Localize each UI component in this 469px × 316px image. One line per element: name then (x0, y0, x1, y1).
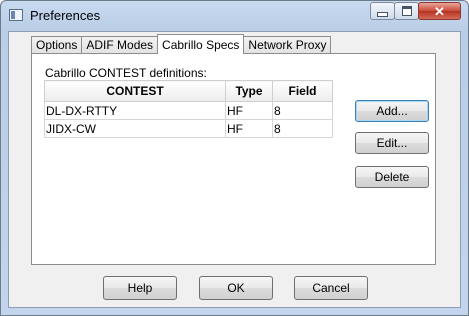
cell-contest: DL-DX-RTTY (44, 101, 226, 120)
cabrillo-panel: Cabrillo CONTEST definitions: CONTEST Ty… (31, 53, 436, 265)
tab-options[interactable]: Options (31, 36, 83, 53)
tab-cabrillo-specs[interactable]: Cabrillo Specs (157, 34, 245, 54)
tab-network-proxy[interactable]: Network Proxy (243, 36, 332, 53)
cell-contest: JIDX-CW (44, 119, 226, 138)
cell-type: HF (225, 119, 273, 138)
window-title: Preferences (30, 8, 101, 23)
delete-button[interactable]: Delete (355, 166, 429, 188)
table-header-row: CONTEST Type Field (44, 80, 333, 102)
window-icon (9, 9, 23, 21)
window-controls: ✕ (370, 2, 461, 20)
cell-field: 8 (272, 101, 333, 120)
tab-strip: Options ADIF Modes Cabrillo Specs Networ… (31, 34, 332, 54)
column-header-field[interactable]: Field (272, 80, 333, 102)
column-header-contest[interactable]: CONTEST (44, 80, 226, 102)
column-header-type[interactable]: Type (225, 80, 273, 102)
edit-button[interactable]: Edit... (355, 132, 429, 154)
close-button[interactable]: ✕ (418, 2, 461, 20)
table-row[interactable]: DL-DX-RTTY HF 8 (44, 101, 333, 120)
tab-adif-modes[interactable]: ADIF Modes (81, 36, 159, 53)
minimize-button[interactable] (370, 2, 395, 20)
maximize-button[interactable] (394, 2, 419, 20)
add-button[interactable]: Add... (355, 100, 429, 122)
maximize-icon (401, 6, 412, 16)
close-icon: ✕ (434, 3, 445, 19)
help-button[interactable]: Help (103, 276, 177, 300)
table-row[interactable]: JIDX-CW HF 8 (44, 119, 333, 138)
preferences-window: Preferences ✕ Options ADIF Modes Cabrill… (0, 0, 469, 316)
cell-field: 8 (272, 119, 333, 138)
contest-definitions-label: Cabrillo CONTEST definitions: (45, 66, 207, 80)
minimize-icon (377, 11, 388, 17)
contest-table: CONTEST Type Field DL-DX-RTTY HF 8 JIDX-… (44, 80, 333, 138)
cell-type: HF (225, 101, 273, 120)
title-bar[interactable]: Preferences ✕ (1, 1, 468, 31)
ok-button[interactable]: OK (199, 276, 273, 300)
cancel-button[interactable]: Cancel (294, 276, 368, 300)
dialog-body: Options ADIF Modes Cabrillo Specs Networ… (8, 31, 461, 308)
